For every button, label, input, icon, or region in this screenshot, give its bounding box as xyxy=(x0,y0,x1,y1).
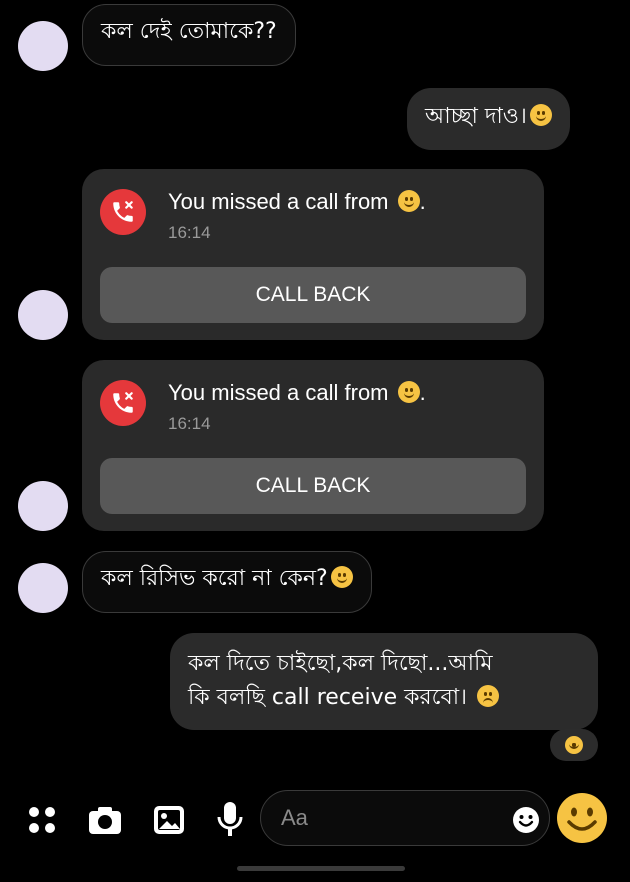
call-back-button[interactable]: CALL BACK xyxy=(100,458,526,514)
smile-emoji-icon xyxy=(330,566,353,588)
missed-call-card: You missed a call from . 16:14 CALL BACK xyxy=(82,360,544,531)
avatar[interactable] xyxy=(18,481,68,531)
missed-call-title: You missed a call from . xyxy=(168,380,426,405)
avatar[interactable] xyxy=(18,21,68,71)
message-text: কল রিসিভ করো না কেন? xyxy=(101,566,328,591)
smile-emoji-icon xyxy=(397,190,420,212)
message-input-placeholder: Aa xyxy=(281,805,308,830)
message-text: আচ্ছা দাও। xyxy=(425,104,527,129)
smile-reaction-icon xyxy=(565,736,583,754)
message-incoming[interactable]: কল দেই তোমাকে?? xyxy=(82,4,296,66)
sad-emoji-icon xyxy=(476,685,499,707)
message-text: কল দেই তোমাকে?? xyxy=(101,19,277,44)
emoji-icon[interactable] xyxy=(512,806,540,838)
message-input[interactable]: Aa xyxy=(260,790,550,846)
mic-icon[interactable] xyxy=(217,801,243,841)
message-text-line: কল দিতে চাইছো,কল দিছো...আমি xyxy=(188,651,493,676)
smile-emoji-icon xyxy=(397,381,420,403)
missed-call-icon xyxy=(100,189,146,235)
home-indicator[interactable] xyxy=(237,866,405,871)
avatar[interactable] xyxy=(18,563,68,613)
call-back-button[interactable]: CALL BACK xyxy=(100,267,526,323)
message-reaction[interactable] xyxy=(550,729,598,761)
call-timestamp: 16:14 xyxy=(168,414,211,433)
camera-icon[interactable] xyxy=(88,805,122,839)
missed-call-icon xyxy=(100,380,146,426)
message-text-line: কি বলছি call receive করবো। xyxy=(188,685,467,710)
like-emoji-icon[interactable] xyxy=(556,792,608,848)
avatar[interactable] xyxy=(18,290,68,340)
menu-dots-icon[interactable] xyxy=(28,806,56,838)
message-outgoing[interactable]: আচ্ছা দাও। xyxy=(407,88,570,150)
message-incoming[interactable]: কল রিসিভ করো না কেন? xyxy=(82,551,372,613)
smile-emoji-icon xyxy=(529,104,552,126)
missed-call-title: You missed a call from . xyxy=(168,189,426,214)
call-timestamp: 16:14 xyxy=(168,223,211,242)
missed-call-card: You missed a call from . 16:14 CALL BACK xyxy=(82,169,544,340)
message-outgoing[interactable]: কল দিতে চাইছো,কল দিছো...আমি কি বলছি call… xyxy=(170,633,598,730)
gallery-icon[interactable] xyxy=(153,805,185,839)
